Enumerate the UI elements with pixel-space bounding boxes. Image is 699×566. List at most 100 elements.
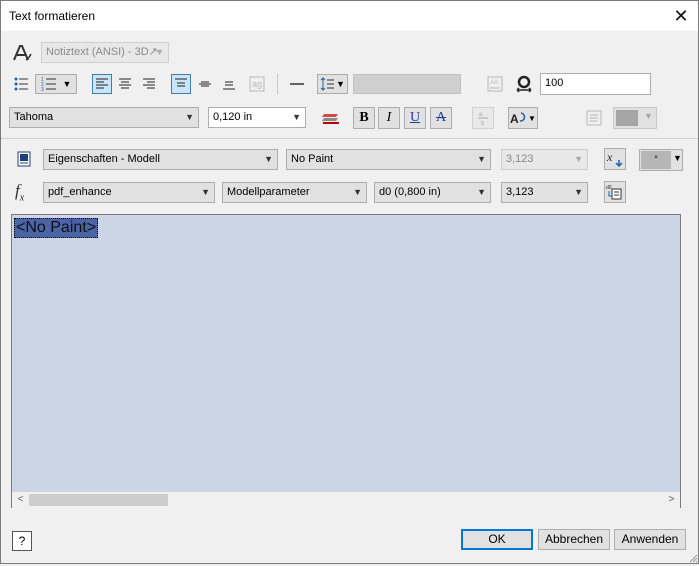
bullet-list-icon [14,77,28,91]
line-spacing-dropdown[interactable]: ▼ [317,74,348,94]
chevron-down-icon: ▼ [353,187,362,197]
italic-button[interactable]: I [378,107,400,129]
component-value: pdf_enhance [48,186,112,198]
text-style-value: Notiztext (ANSI) - 3D↗ [46,46,158,58]
ok-button[interactable]: OK [461,529,533,550]
numbered-list-icon: 123 [41,77,56,92]
svg-text:AA: AA [490,80,498,86]
chevron-down-icon: ▼ [201,187,210,197]
close-icon[interactable]: ✕ [670,5,692,27]
svg-text:3: 3 [41,87,44,92]
add-property-button[interactable]: x [604,148,626,170]
horizontal-scrollbar[interactable]: < > [12,492,680,508]
font-dropdown[interactable]: Tahoma ▼ [9,107,199,128]
text-editor-area[interactable]: <No Paint> [12,215,680,492]
parameter-type-dropdown[interactable]: Modellparameter ▼ [222,182,367,203]
strikethrough-icon: A [435,110,447,125]
parameter-dropdown[interactable]: d0 (0,800 in) ▼ [374,182,491,203]
symbol-icon: ° [641,151,671,169]
numbering-dropdown[interactable]: 123 ▼ [35,74,77,94]
align-center-button[interactable] [115,74,135,94]
chevron-down-icon: ▼ [574,187,583,197]
text-color-button[interactable] [319,107,343,129]
color-swatch [616,110,638,126]
stack-text-icon: ag [249,76,265,92]
horizontal-line-icon [290,83,304,85]
cancel-button[interactable]: Abbrechen [538,529,610,550]
scroll-right-icon[interactable]: > [663,492,680,508]
strikethrough-button[interactable]: A [430,107,452,129]
chevron-down-icon: ▼ [528,113,536,123]
chevron-down-icon: ▼ [336,79,345,89]
font-size-value: 0,120 in [213,111,253,123]
no-paint-field[interactable]: <No Paint> [14,218,99,238]
italic-icon: I [386,110,392,125]
fx-sub-label: x [19,192,25,204]
bold-button[interactable]: B [353,107,375,129]
align-top-icon [175,78,187,87]
property-dropdown[interactable]: No Paint ▼ [286,149,491,170]
fraction-button[interactable]: ab [472,107,494,129]
chevron-down-icon: ▼ [155,47,164,57]
text-format-dialog: Text formatieren ✕ Notiztext (ANSI) - 3D… [0,0,699,564]
bullets-button[interactable] [11,74,31,94]
underline-button[interactable]: U [404,107,426,129]
text-style-dropdown[interactable]: Notiztext (ANSI) - 3D↗ ▼ [41,42,169,63]
width-scale-input[interactable]: 100 [540,73,651,95]
symbol-dropdown[interactable]: ° ▼ [639,149,683,171]
align-right-button[interactable] [139,74,159,94]
line-spacing-icon [320,77,335,91]
chevron-down-icon: ▼ [673,153,682,163]
scrollbar-thumb[interactable] [29,494,168,506]
font-size-dropdown[interactable]: 0,120 in ▼ [208,107,306,128]
valign-middle-button[interactable] [195,74,215,94]
align-bottom-icon [223,81,235,90]
source-dropdown[interactable]: Eigenschaften - Modell ▼ [43,149,278,170]
change-case-icon: A [510,112,526,126]
precision-disabled-value: 3,123 [506,153,534,165]
svg-text:x: x [606,150,613,164]
chevron-down-icon: ▼ [644,111,653,121]
text-box-button[interactable] [583,107,605,129]
chevron-down-icon: ▼ [264,154,273,164]
add-parameter-button[interactable]: d0 [604,181,626,203]
fit-text-icon: AA [487,76,503,92]
resize-grip-icon[interactable] [687,552,698,563]
svg-text:A: A [510,112,519,126]
chevron-down-icon: ▼ [292,112,301,122]
insert-variable-icon: x [606,150,623,168]
line-button[interactable] [287,74,307,94]
help-icon[interactable]: ? [12,531,32,551]
stack-text-button[interactable]: ag [247,74,267,94]
align-center-icon [119,78,131,89]
align-left-button[interactable] [92,74,112,94]
precision-dropdown-disabled[interactable]: 3,123 ▼ [501,149,588,170]
insert-parameter-icon: d0 [606,185,622,200]
title-bar: Text formatieren ✕ [1,1,698,31]
text-editor[interactable]: <No Paint> < > [11,214,681,508]
bold-icon: B [359,110,369,125]
valign-bottom-button[interactable] [219,74,239,94]
font-value: Tahoma [14,111,54,123]
component-dropdown[interactable]: pdf_enhance ▼ [43,182,215,203]
chevron-down-icon: ▼ [477,154,486,164]
precision-value: 3,123 [506,186,534,198]
fraction-icon: ab [478,112,488,126]
color-picker-dropdown[interactable]: ▼ [613,107,657,129]
svg-text:a: a [479,112,483,118]
fit-text-button[interactable]: AA [485,74,505,94]
width-scale-value: 100 [545,77,564,89]
color-layers-icon [322,114,339,124]
width-scale-icon [515,75,533,93]
parameter-value: d0 (0,800 in) [379,186,441,198]
align-right-icon [143,78,155,89]
chevron-down-icon: ▼ [477,187,486,197]
case-dropdown[interactable]: A ▼ [508,107,538,129]
text-box-icon [586,110,602,126]
valign-top-button[interactable] [171,74,191,94]
align-middle-icon [199,81,211,87]
underline-icon: U [409,110,421,125]
apply-button[interactable]: Anwenden [614,529,686,550]
scroll-left-icon[interactable]: < [12,492,29,508]
precision-dropdown[interactable]: 3,123 ▼ [501,182,588,203]
